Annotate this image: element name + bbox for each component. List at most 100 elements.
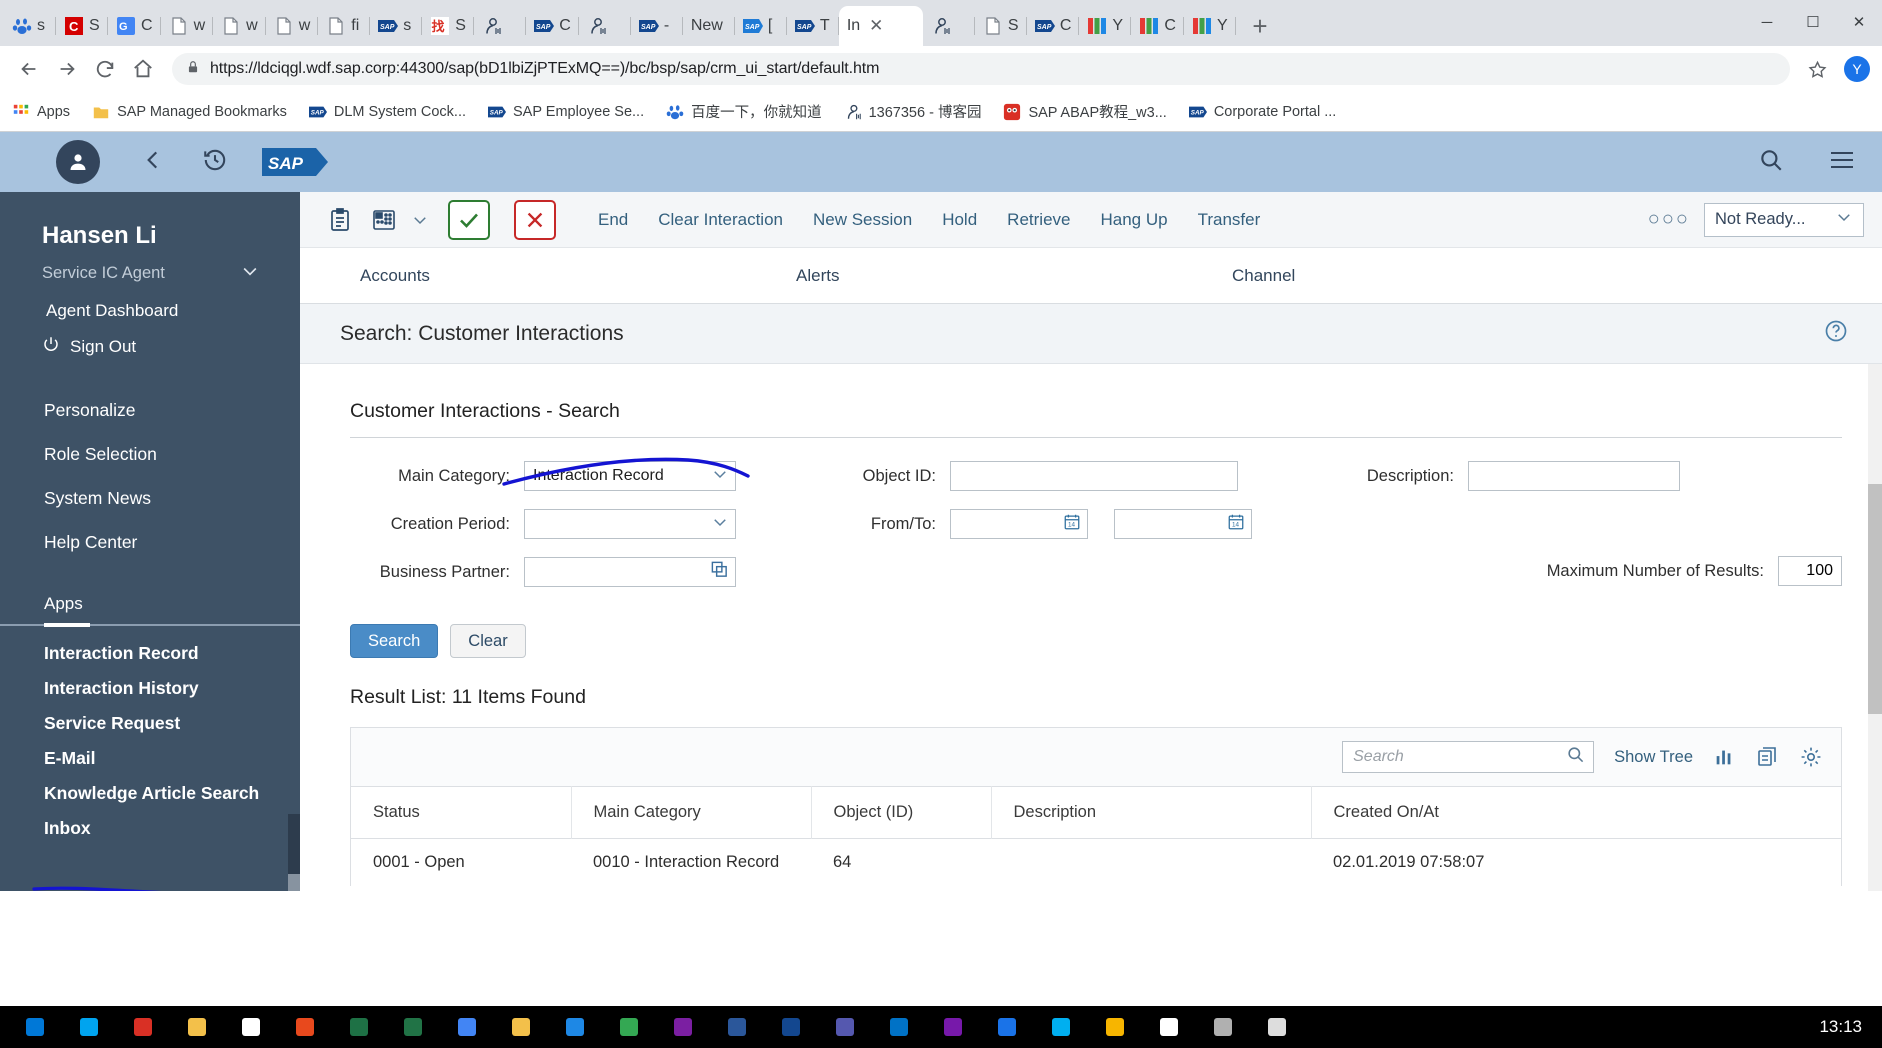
browser-tab[interactable]: SAP - <box>631 6 683 46</box>
browser-tab[interactable]: S <box>975 6 1027 46</box>
calendar-icon[interactable]: 14 <box>1063 513 1081 536</box>
cell-object-id[interactable]: 64 <box>811 838 991 886</box>
browser-tab[interactable]: fi <box>318 6 371 46</box>
taskbar-ie-icon[interactable] <box>548 1006 602 1048</box>
creation-period-select[interactable] <box>524 509 736 539</box>
chevron-down-icon[interactable] <box>240 261 260 286</box>
browser-tab[interactable]: SAP C <box>526 6 579 46</box>
taskbar-taskview-icon[interactable] <box>116 1006 170 1048</box>
sidebar-item-personalize[interactable]: Personalize <box>0 388 300 432</box>
table-row[interactable]: 0001 - Open 0010 - Interaction Record 64 02… <box>351 838 1841 886</box>
nav-item-accounts[interactable]: Accounts <box>360 266 430 286</box>
toolbar-link-hold[interactable]: Hold <box>942 210 977 230</box>
bookmark-item[interactable]: SAP Managed Bookmarks <box>92 103 287 121</box>
sidebar-app-service-request[interactable]: Service Request <box>0 706 300 741</box>
column-header-status[interactable]: Status <box>351 786 572 839</box>
sidebar-scrollbar[interactable] <box>288 814 300 891</box>
browser-tab[interactable]: s <box>4 6 56 46</box>
search-button[interactable]: Search <box>350 624 439 658</box>
browser-tab[interactable]: SAP [ <box>735 6 787 46</box>
toolbar-chevron-down-icon[interactable] <box>406 211 434 229</box>
column-header-main-category[interactable]: Main Category <box>571 786 812 839</box>
reject-call-button[interactable] <box>514 199 556 240</box>
browser-tab[interactable]: Y <box>1079 6 1132 46</box>
nav-item-alerts[interactable]: Alerts <box>796 266 839 286</box>
taskbar-lang-icon[interactable] <box>1196 1006 1250 1048</box>
bookmark-item[interactable]: Apps <box>12 103 70 121</box>
maximize-button[interactable]: ☐ <box>1790 0 1836 44</box>
taskbar-teams-icon[interactable] <box>818 1006 872 1048</box>
sidebar-app-e-mail[interactable]: E-Mail <box>0 741 300 776</box>
search-icon[interactable] <box>1566 745 1585 769</box>
profile-avatar[interactable]: Y <box>1844 56 1870 82</box>
object-id-input[interactable] <box>950 461 1238 491</box>
date-from-input[interactable]: 14 <box>950 509 1088 539</box>
close-window-button[interactable]: ✕ <box>1836 0 1882 44</box>
export-icon[interactable] <box>1755 745 1779 769</box>
sidebar-role[interactable]: Service IC Agent <box>0 250 300 283</box>
show-tree-button[interactable]: Show Tree <box>1614 748 1693 767</box>
minimize-button[interactable]: ─ <box>1744 0 1790 44</box>
taskbar-ime-icon[interactable] <box>1142 1006 1196 1048</box>
sidebar-app-interaction-history[interactable]: Interaction History <box>0 671 300 706</box>
sidebar-item-sign-out[interactable]: Sign Out <box>0 321 300 358</box>
browser-tab[interactable]: SAP C <box>1027 6 1080 46</box>
browser-tab[interactable]: C <box>1131 6 1184 46</box>
close-icon[interactable]: ✕ <box>869 16 883 36</box>
bookmark-star-icon[interactable] <box>1802 60 1832 79</box>
taskbar-sap-icon[interactable] <box>764 1006 818 1048</box>
address-bar[interactable]: https://ldciqgl.wdf.sap.corp:44300/sap(b… <box>172 53 1790 85</box>
taskbar-note-icon[interactable] <box>1088 1006 1142 1048</box>
nav-item-channel[interactable]: Channel <box>1232 266 1295 286</box>
browser-tab[interactable]: w <box>266 6 319 46</box>
main-category-select[interactable]: Interaction Record <box>524 461 736 491</box>
accept-call-button[interactable] <box>448 199 490 240</box>
history-clock-icon[interactable] <box>202 147 228 178</box>
calendar-icon[interactable]: 14 <box>1227 513 1245 536</box>
sidebar-app-knowledge-article-search[interactable]: Knowledge Article Search <box>0 776 300 811</box>
taskbar-chrome2-icon[interactable] <box>602 1006 656 1048</box>
sidebar-item-system-news[interactable]: System News <box>0 476 300 520</box>
browser-tab[interactable]: New <box>683 6 735 46</box>
browser-tab[interactable]: CS <box>56 6 108 46</box>
phone-keypad-icon[interactable] <box>362 207 406 233</box>
clipboard-icon[interactable] <box>318 207 362 233</box>
help-circle-icon[interactable] <box>1824 319 1848 348</box>
new-tab-button[interactable]: + <box>1242 8 1278 44</box>
bookmark-item[interactable]: 1367356 - 博客园 <box>844 101 981 122</box>
column-header-object-id[interactable]: Object (ID) <box>811 786 992 839</box>
bookmark-item[interactable]: SAP DLM System Cock... <box>308 103 466 121</box>
toolbar-link-end[interactable]: End <box>598 210 628 230</box>
taskbar-outlook-icon[interactable] <box>872 1006 926 1048</box>
browser-tab[interactable]: SAP T <box>787 6 839 46</box>
column-header-created-on-at[interactable]: Created On/At <box>1311 786 1841 839</box>
sidebar-app-interaction-record[interactable]: Interaction Record <box>0 636 300 671</box>
taskbar-tray-icon[interactable] <box>1250 1006 1304 1048</box>
bar-chart-icon[interactable] <box>1713 746 1735 768</box>
bookmark-item[interactable]: SAP Corporate Portal ... <box>1188 103 1336 121</box>
browser-tab[interactable]: GC <box>108 6 161 46</box>
sidebar-item-agent-dashboard[interactable]: Agent Dashboard <box>0 283 300 321</box>
browser-tab[interactable]: w <box>161 6 214 46</box>
list-menu-icon[interactable] <box>1828 147 1856 178</box>
column-header-description[interactable]: Description <box>991 786 1312 839</box>
home-icon[interactable] <box>126 52 160 86</box>
value-help-icon[interactable] <box>710 560 729 584</box>
clear-button[interactable]: Clear <box>450 624 526 658</box>
taskbar-word-icon[interactable] <box>710 1006 764 1048</box>
sidebar-apps-header[interactable]: Apps <box>0 584 300 624</box>
browser-tab[interactable] <box>923 6 975 46</box>
results-search-input[interactable]: Search <box>1342 741 1595 773</box>
header-back-icon[interactable] <box>140 147 166 178</box>
max-results-input[interactable]: 100 <box>1778 556 1842 586</box>
taskbar-folder-icon[interactable] <box>494 1006 548 1048</box>
browser-tab[interactable] <box>474 6 527 46</box>
taskbar-explorer-icon[interactable] <box>224 1006 278 1048</box>
taskbar-edge-icon[interactable] <box>170 1006 224 1048</box>
browser-tab[interactable]: SAP s <box>370 6 423 46</box>
search-icon[interactable] <box>1758 147 1784 178</box>
toolbar-link-hang-up[interactable]: Hang Up <box>1100 210 1167 230</box>
sidebar-item-help-center[interactable]: Help Center <box>0 520 300 564</box>
taskbar-skype-icon[interactable] <box>1034 1006 1088 1048</box>
toolbar-link-clear-interaction[interactable]: Clear Interaction <box>658 210 783 230</box>
